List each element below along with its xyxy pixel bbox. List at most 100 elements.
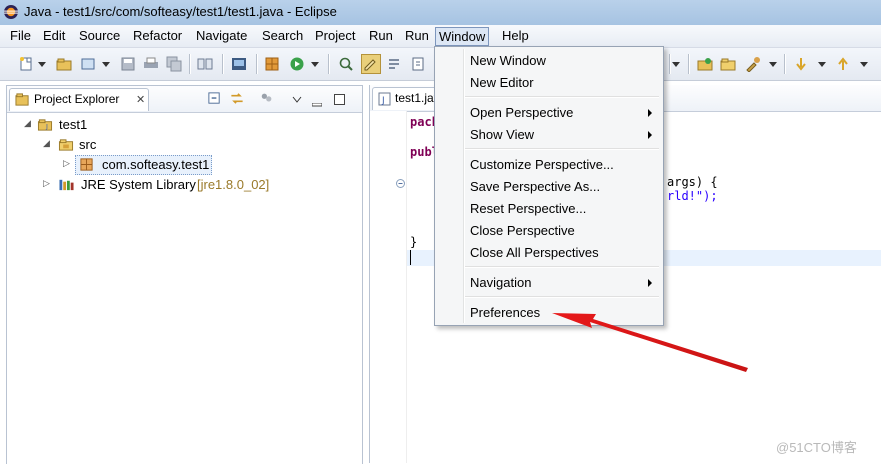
- show-whitespace-icon[interactable]: [410, 56, 426, 72]
- save-all-icon[interactable]: [166, 56, 182, 72]
- eclipse-app-icon[interactable]: [3, 4, 19, 20]
- menu-search[interactable]: Search: [260, 28, 305, 43]
- menu-edit[interactable]: Edit: [41, 28, 67, 43]
- menu-separator: [465, 96, 659, 98]
- menu-item-label: Reset Perspective...: [470, 201, 587, 216]
- svg-text:J: J: [381, 96, 385, 106]
- menu-item-open-perspective[interactable]: Open Perspective: [437, 102, 659, 122]
- last-edit-dropdown-icon[interactable]: [860, 62, 868, 67]
- collapsed-twistie-icon[interactable]: ▷: [63, 158, 70, 169]
- menu-item-label: New Editor: [470, 75, 534, 90]
- new-java-icon[interactable]: [80, 56, 96, 72]
- menu-item-close-all-perspectives[interactable]: Close All Perspectives: [437, 242, 659, 262]
- tree-item-decoration: [jre1.8.0_02]: [197, 177, 270, 192]
- menu-separator: [465, 266, 659, 268]
- expanded-twistie-icon[interactable]: ◢: [43, 138, 50, 149]
- tab-project-explorer[interactable]: Project Explorer ✕: [9, 88, 149, 111]
- menu-item-new-editor[interactable]: New Editor: [437, 72, 659, 92]
- menu-item-new-window[interactable]: New Window: [437, 50, 659, 70]
- toggle-view-icon[interactable]: [197, 56, 213, 72]
- menu-item-label: New Window: [470, 53, 546, 68]
- toolbar-separator: [189, 54, 191, 74]
- print-icon[interactable]: [143, 56, 159, 72]
- collapsed-twistie-icon[interactable]: ▷: [43, 178, 50, 189]
- menu-item-save-perspective-as[interactable]: Save Perspective As...: [437, 176, 659, 196]
- menu-help[interactable]: Help: [500, 28, 531, 43]
- open-project-icon[interactable]: [56, 56, 72, 72]
- collapse-all-icon[interactable]: [207, 91, 222, 109]
- external-tools-icon[interactable]: [745, 56, 761, 72]
- tree-item-label: com.softeasy.test1: [102, 157, 210, 172]
- toolbar-separator: [222, 54, 224, 74]
- menu-navigate[interactable]: Navigate: [194, 28, 249, 43]
- menu-item-reset-perspective[interactable]: Reset Perspective...: [437, 198, 659, 218]
- minimize-icon[interactable]: [311, 95, 323, 110]
- toolbar-dropdown-icon[interactable]: [672, 62, 680, 67]
- menu-run[interactable]: Run: [367, 28, 395, 43]
- menu-file[interactable]: File: [8, 28, 33, 43]
- tree-item-label: src: [79, 137, 97, 152]
- build-icon[interactable]: [264, 56, 280, 72]
- menu-item-show-view[interactable]: Show View: [437, 124, 659, 144]
- view-tab-bar: Project Explorer ✕: [7, 86, 362, 113]
- menu-project[interactable]: Project: [313, 28, 357, 43]
- menu-source[interactable]: Source: [77, 28, 122, 43]
- menu-window[interactable]: Window: [435, 27, 490, 46]
- chevron-down-icon[interactable]: [292, 92, 302, 107]
- menu-item-label: Customize Perspective...: [470, 157, 614, 172]
- code-line[interactable]: args) {: [667, 175, 718, 189]
- menu-item-label: Close All Perspectives: [470, 245, 599, 260]
- run-dropdown-icon[interactable]: [311, 62, 319, 67]
- close-icon[interactable]: ✕: [136, 93, 145, 106]
- menu-item-preferences[interactable]: Preferences: [437, 302, 659, 322]
- menu-item-close-perspective[interactable]: Close Perspective: [437, 220, 659, 240]
- toolbar-separator: [328, 54, 330, 74]
- window-menu: New Window New Editor Open Perspective S…: [434, 46, 664, 326]
- new-java-dropdown-icon[interactable]: [102, 62, 110, 67]
- view-menu-icon[interactable]: [260, 91, 274, 108]
- toolbar-separator: [784, 54, 786, 74]
- save-icon[interactable]: [120, 56, 136, 72]
- maximize-icon[interactable]: [334, 93, 345, 108]
- menu-item-label: Save Perspective As...: [470, 179, 601, 194]
- menu-item-customize-perspective[interactable]: Customize Perspective...: [437, 154, 659, 174]
- code-line[interactable]: rld!");: [667, 189, 718, 203]
- open-resource-icon[interactable]: [720, 56, 736, 72]
- run-debug-icon[interactable]: [289, 56, 305, 72]
- new-dropdown-icon[interactable]: [38, 62, 46, 67]
- external-tools-dropdown-icon[interactable]: [769, 62, 777, 67]
- menu-item-label: Preferences: [470, 305, 541, 320]
- next-annotation-dropdown-icon[interactable]: [818, 62, 826, 67]
- menu-item-label: Open Perspective: [470, 105, 574, 120]
- submenu-arrow-icon: [648, 109, 652, 117]
- project-explorer-view: Project Explorer ✕ ◢ J test1 ◢ src ▷ com…: [6, 85, 363, 464]
- menu-item-label: Navigation: [470, 275, 532, 290]
- project-explorer-icon: [15, 92, 30, 110]
- title-bar: Java - test1/src/com/softeasy/test1/test…: [0, 0, 881, 25]
- java-file-icon: J: [378, 92, 391, 109]
- menu-run-2[interactable]: Run: [403, 28, 431, 43]
- toggle-block-icon[interactable]: [386, 56, 402, 72]
- tree-item-label: JRE System Library: [81, 177, 196, 192]
- open-folder-icon[interactable]: [697, 56, 713, 72]
- mark-occurrences-icon[interactable]: [361, 54, 381, 74]
- menu-item-label: Close Perspective: [470, 223, 575, 238]
- new-icon[interactable]: [18, 56, 34, 72]
- last-edit-icon[interactable]: [835, 56, 851, 72]
- menu-item-label: Show View: [470, 127, 535, 142]
- collapse-fold-icon[interactable]: [396, 176, 405, 191]
- toolbar-separator: [688, 54, 690, 74]
- menu-item-navigation[interactable]: Navigation: [437, 272, 659, 292]
- next-annotation-icon[interactable]: [793, 56, 809, 72]
- text-caret: [410, 250, 411, 265]
- code-line[interactable]: }: [410, 235, 417, 249]
- open-type-icon[interactable]: [338, 56, 354, 72]
- terminal-icon[interactable]: [231, 56, 247, 72]
- expanded-twistie-icon[interactable]: ◢: [24, 118, 31, 129]
- menu-separator: [465, 148, 659, 150]
- menu-refactor[interactable]: Refactor: [131, 28, 184, 43]
- link-with-editor-icon[interactable]: [229, 91, 245, 109]
- library-icon: [58, 177, 75, 195]
- tab-label: Project Explorer: [34, 92, 120, 106]
- editor-gutter: [370, 111, 407, 463]
